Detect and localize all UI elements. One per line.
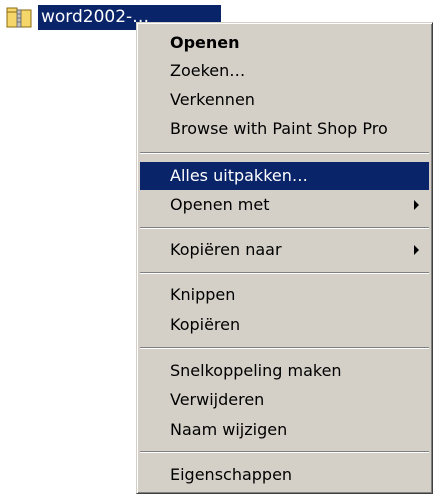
submenu-arrow-icon [414, 245, 419, 255]
menu-item-rename[interactable]: Naam wijzigen [140, 416, 429, 444]
menu-item-copy[interactable]: Kopiëren [140, 311, 429, 339]
menu-item-properties[interactable]: Eigenschappen [140, 461, 429, 489]
menu-item-cut[interactable]: Knippen [140, 281, 429, 309]
menu-separator [140, 227, 429, 229]
menu-item-create-shortcut[interactable]: Snelkoppeling maken [140, 357, 429, 385]
menu-separator [140, 451, 429, 453]
menu-item-open[interactable]: Openen [140, 29, 429, 57]
menu-separator [140, 152, 429, 154]
submenu-arrow-icon [414, 200, 419, 210]
menu-item-explore[interactable]: Verkennen [140, 86, 429, 114]
menu-item-browse-paint-shop-pro[interactable]: Browse with Paint Shop Pro [140, 115, 429, 143]
menu-item-copy-to[interactable]: Kopiëren naar [140, 236, 429, 264]
zip-folder-icon [6, 7, 32, 28]
menu-separator [140, 347, 429, 349]
menu-item-search[interactable]: Zoeken… [140, 57, 429, 85]
context-menu: Openen Zoeken… Verkennen Browse with Pai… [136, 22, 433, 494]
menu-item-open-with-label: Openen met [170, 195, 270, 214]
desktop: word2002-… Openen Zoeken… Verkennen Brow… [0, 0, 437, 495]
menu-item-delete[interactable]: Verwijderen [140, 386, 429, 414]
menu-separator [140, 272, 429, 274]
menu-item-extract-all[interactable]: Alles uitpakken… [140, 162, 429, 190]
menu-item-copy-to-label: Kopiëren naar [170, 240, 282, 259]
menu-item-open-with[interactable]: Openen met [140, 191, 429, 219]
